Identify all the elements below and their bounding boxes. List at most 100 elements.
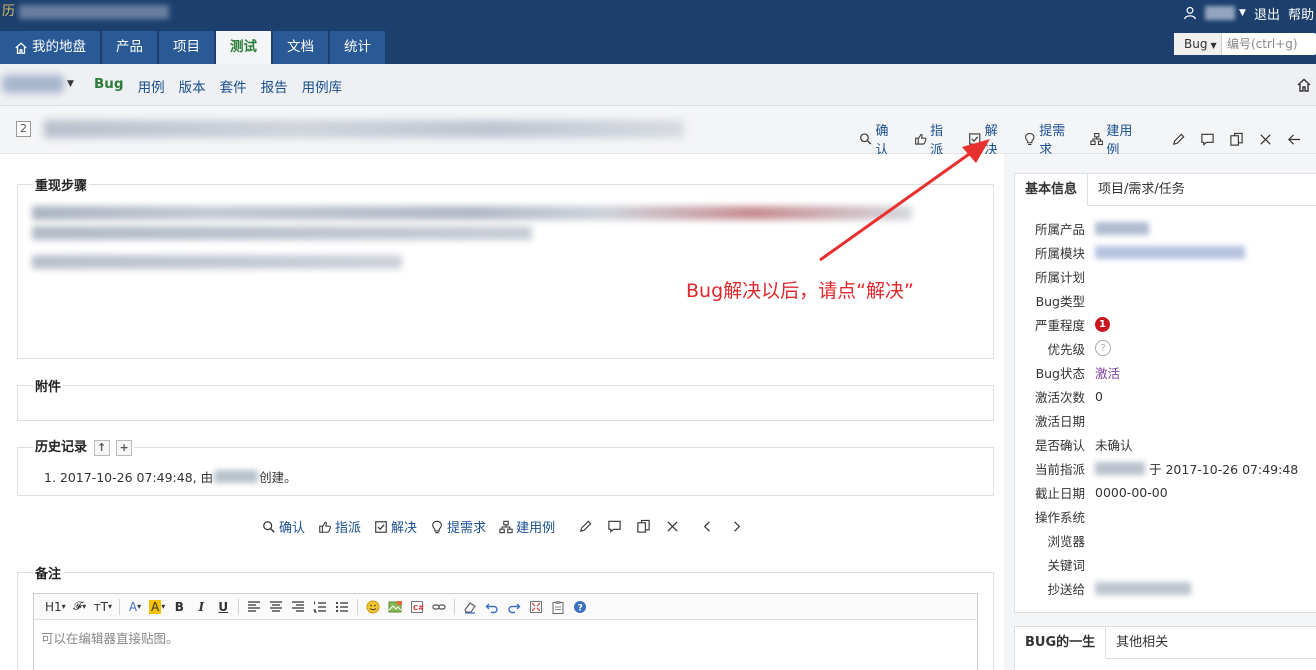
create-case-button[interactable]: 建用例 — [499, 517, 555, 536]
tab-basic-info[interactable]: 基本信息 — [1014, 173, 1089, 206]
steps-title: 重现步骤 — [33, 175, 90, 194]
align-center-button[interactable] — [265, 596, 287, 618]
to-story-button[interactable]: 提需求 — [1023, 120, 1077, 158]
logout-link[interactable]: 退出 — [1254, 4, 1280, 23]
clear-format-button[interactable] — [459, 596, 481, 618]
bold-button[interactable]: B — [168, 596, 190, 618]
pencil-icon — [580, 520, 592, 533]
user-icon[interactable] — [1183, 6, 1197, 20]
align-right-icon — [292, 600, 305, 612]
code-icon: C# — [411, 600, 424, 613]
help-button[interactable]: ? — [569, 596, 591, 618]
resolve-annotation-text: Bug解决以后，请点“解决” — [686, 280, 914, 302]
submenu-bug[interactable]: Bug — [94, 76, 124, 96]
confirm-label: 确认 — [279, 521, 306, 536]
attachments-box — [17, 385, 994, 421]
back-button[interactable] — [1287, 132, 1302, 147]
image-button[interactable] — [384, 596, 406, 618]
assign-label: 指派 — [335, 521, 362, 536]
tab-bug-lifecycle[interactable]: BUG的一生 — [1014, 626, 1107, 659]
nav-tab-my[interactable]: 我的地盘 — [0, 31, 100, 64]
comment-button[interactable] — [1200, 132, 1215, 147]
submenu-case[interactable]: 用例 — [138, 76, 165, 96]
undo-button[interactable] — [481, 596, 503, 618]
align-left-button[interactable] — [243, 596, 265, 618]
value-cc — [1095, 581, 1191, 595]
user-dropdown-icon[interactable]: ▼ — [1239, 8, 1246, 18]
link-button[interactable] — [428, 596, 450, 618]
back-arrow-icon — [1288, 133, 1301, 145]
search-input[interactable] — [1222, 34, 1314, 54]
unordered-list-button[interactable] — [331, 596, 353, 618]
lightbulb-icon — [1024, 133, 1035, 145]
italic-button[interactable]: I — [190, 596, 212, 618]
paste-button[interactable] — [547, 596, 569, 618]
user-name[interactable] — [1205, 6, 1236, 20]
next-button[interactable] — [729, 519, 744, 534]
tab-project-story-task[interactable]: 项目/需求/任务 — [1088, 174, 1195, 205]
value-module[interactable] — [1095, 245, 1245, 259]
red-arrow-annotation — [819, 139, 990, 262]
assign-button[interactable]: 指派 — [318, 517, 361, 536]
checkbox-icon — [375, 520, 387, 533]
submenu-build[interactable]: 版本 — [179, 76, 206, 96]
tab-other-related[interactable]: 其他相关 — [1106, 627, 1178, 658]
emoticon-button[interactable] — [362, 596, 384, 618]
redo-button[interactable] — [503, 596, 525, 618]
edit-button[interactable] — [578, 519, 593, 534]
fullscreen-button[interactable] — [525, 596, 547, 618]
nav-tab-report[interactable]: 统计 — [330, 31, 385, 64]
search-type-select[interactable]: Bug ▼ — [1174, 33, 1222, 55]
row-product: 所属产品 — [1015, 218, 1315, 238]
underline-button[interactable]: U — [212, 596, 234, 618]
ordered-list-button[interactable] — [309, 596, 331, 618]
product-switcher[interactable]: ▼ — [2, 75, 74, 93]
clipboard-icon — [552, 600, 564, 614]
copy-button[interactable] — [636, 519, 651, 534]
create-case-button[interactable]: 建用例 — [1090, 120, 1144, 158]
submenu-report[interactable]: 报告 — [261, 76, 288, 96]
help-link[interactable]: 帮助 — [1288, 4, 1314, 23]
code-button[interactable]: C# — [406, 596, 428, 618]
nav-tab-doc[interactable]: 文档 — [273, 31, 328, 64]
resolve-label: 解决 — [391, 521, 418, 536]
heading-button[interactable]: H1 ▾ — [42, 596, 69, 618]
row-activated-count: 激活次数 0 — [1015, 386, 1315, 406]
text-color-button[interactable]: A ▾ — [124, 596, 146, 618]
nav-tab-test[interactable]: 测试 — [216, 31, 271, 64]
bg-color-button[interactable]: A ▾ — [146, 596, 168, 618]
expand-icon[interactable]: + — [116, 439, 133, 456]
home-link[interactable] — [1296, 77, 1316, 95]
brand-logo[interactable]: 历 — [0, 2, 180, 24]
comment-icon — [608, 520, 621, 533]
value-product[interactable] — [1095, 221, 1149, 235]
redo-icon — [508, 603, 521, 613]
submenu-caselib[interactable]: 用例库 — [302, 76, 343, 96]
create-case-label: 建用例 — [516, 521, 556, 536]
submenu-suite[interactable]: 套件 — [220, 76, 247, 96]
edit-button[interactable] — [1171, 132, 1186, 147]
font-family-button[interactable]: 𝓕 ▾ — [69, 596, 91, 618]
align-right-button[interactable] — [287, 596, 309, 618]
history-item-suffix: 创建。 — [259, 470, 297, 485]
value-confirmed: 未确认 — [1095, 437, 1133, 453]
to-story-button[interactable]: 提需求 — [430, 517, 486, 536]
copy-button[interactable] — [1229, 132, 1244, 147]
font-size-button[interactable]: тT ▾ — [91, 596, 115, 618]
nav-tab-product[interactable]: 产品 — [102, 31, 157, 64]
nav-tab-project[interactable]: 项目 — [159, 31, 214, 64]
bug-id-badge: 2 — [16, 121, 31, 137]
create-case-label: 建用例 — [1106, 124, 1133, 158]
delete-button[interactable] — [1258, 132, 1273, 147]
comment-button[interactable] — [607, 519, 622, 534]
side-tabs: 基本信息 项目/需求/任务 — [1014, 173, 1316, 206]
delete-button[interactable] — [665, 519, 680, 534]
editor-placeholder[interactable]: 可以在编辑器直接贴图。 — [34, 620, 977, 655]
text-color-label: A — [128, 599, 138, 614]
copy-icon — [1230, 132, 1243, 146]
confirm-button[interactable]: 确认 — [262, 517, 305, 536]
prev-button[interactable] — [700, 519, 715, 534]
resolve-button[interactable]: 解决 — [374, 517, 417, 536]
sort-up-icon[interactable]: ↑ — [93, 439, 110, 456]
label-browser: 浏览器 — [1047, 533, 1085, 549]
